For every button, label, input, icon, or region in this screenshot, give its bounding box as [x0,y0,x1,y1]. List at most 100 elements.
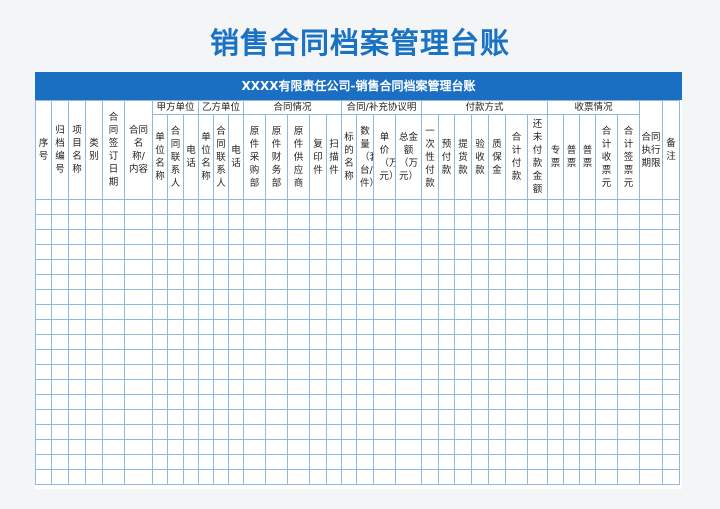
table-cell[interactable] [639,199,663,215]
table-cell[interactable] [265,424,288,440]
table-cell[interactable] [579,439,596,455]
table-cell[interactable] [438,424,455,440]
table-cell[interactable] [213,424,229,440]
table-cell[interactable] [183,424,199,440]
table-cell[interactable] [579,289,596,305]
table-cell[interactable] [356,274,374,290]
table-cell[interactable] [152,289,168,305]
table-cell[interactable] [51,199,69,215]
table-cell[interactable] [287,214,310,230]
table-cell[interactable] [356,304,374,320]
table-cell[interactable] [183,274,199,290]
table-cell[interactable] [309,439,327,455]
table-cell[interactable] [527,289,548,305]
table-cell[interactable] [595,214,618,230]
table-cell[interactable] [373,274,396,290]
table-cell[interactable] [287,304,310,320]
table-cell[interactable] [579,319,596,335]
table-cell[interactable] [617,244,640,260]
table-cell[interactable] [243,379,266,395]
table-cell[interactable] [662,274,680,290]
table-cell[interactable] [102,289,125,305]
table-cell[interactable] [198,334,214,350]
table-cell[interactable] [438,334,455,350]
table-cell[interactable] [152,304,168,320]
table-cell[interactable] [471,229,489,245]
table-cell[interactable] [662,409,680,425]
table-cell[interactable] [102,304,125,320]
table-cell[interactable] [167,289,184,305]
table-cell[interactable] [167,469,184,485]
table-cell[interactable] [421,259,439,275]
table-cell[interactable] [102,229,125,245]
table-cell[interactable] [662,214,680,230]
table-cell[interactable] [356,199,374,215]
table-cell[interactable] [309,259,327,275]
table-cell[interactable] [287,454,310,470]
table-cell[interactable] [662,379,680,395]
table-cell[interactable] [579,424,596,440]
table-cell[interactable] [341,454,357,470]
table-cell[interactable] [373,424,396,440]
table-cell[interactable] [198,364,214,380]
table-cell[interactable] [595,319,618,335]
table-cell[interactable] [167,409,184,425]
table-cell[interactable] [639,319,663,335]
table-cell[interactable] [356,334,374,350]
table-cell[interactable] [287,289,310,305]
table-cell[interactable] [51,379,69,395]
table-cell[interactable] [595,349,618,365]
table-cell[interactable] [341,349,357,365]
table-cell[interactable] [228,409,244,425]
table-cell[interactable] [341,409,357,425]
table-cell[interactable] [505,469,528,485]
table-cell[interactable] [454,304,472,320]
table-cell[interactable] [265,469,288,485]
table-cell[interactable] [563,199,580,215]
table-cell[interactable] [527,199,548,215]
table-cell[interactable] [617,274,640,290]
table-cell[interactable] [617,469,640,485]
table-cell[interactable] [85,379,103,395]
table-cell[interactable] [547,274,564,290]
table-cell[interactable] [265,229,288,245]
table-cell[interactable] [421,424,439,440]
table-cell[interactable] [421,364,439,380]
table-cell[interactable] [395,424,422,440]
table-cell[interactable] [373,394,396,410]
table-cell[interactable] [183,379,199,395]
table-cell[interactable] [547,409,564,425]
table-cell[interactable] [124,364,153,380]
table-cell[interactable] [639,229,663,245]
table-cell[interactable] [152,259,168,275]
table-cell[interactable] [326,304,342,320]
table-cell[interactable] [68,469,86,485]
table-cell[interactable] [356,364,374,380]
table-cell[interactable] [341,289,357,305]
table-cell[interactable] [85,229,103,245]
table-cell[interactable] [639,304,663,320]
table-cell[interactable] [198,394,214,410]
table-cell[interactable] [662,244,680,260]
table-cell[interactable] [243,439,266,455]
table-cell[interactable] [243,349,266,365]
table-cell[interactable] [51,349,69,365]
table-cell[interactable] [579,244,596,260]
table-cell[interactable] [167,439,184,455]
table-cell[interactable] [527,319,548,335]
table-cell[interactable] [124,469,153,485]
table-cell[interactable] [152,394,168,410]
table-cell[interactable] [213,214,229,230]
table-cell[interactable] [124,424,153,440]
table-cell[interactable] [35,229,52,245]
table-cell[interactable] [639,349,663,365]
table-cell[interactable] [527,349,548,365]
table-cell[interactable] [505,409,528,425]
table-cell[interactable] [617,379,640,395]
table-cell[interactable] [265,289,288,305]
table-cell[interactable] [563,304,580,320]
table-cell[interactable] [68,319,86,335]
table-cell[interactable] [243,409,266,425]
table-cell[interactable] [102,409,125,425]
table-cell[interactable] [341,214,357,230]
